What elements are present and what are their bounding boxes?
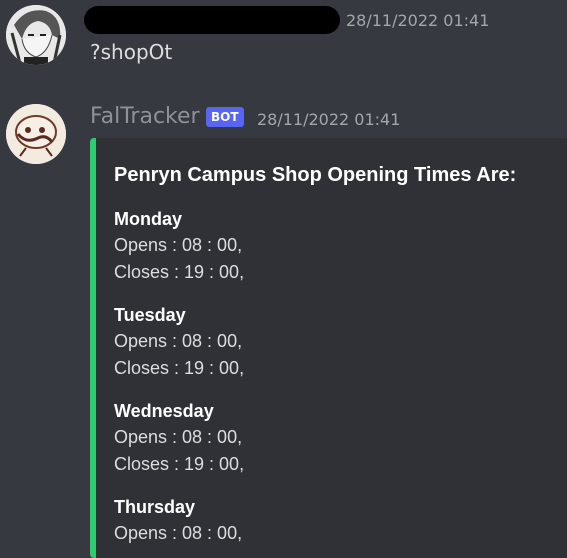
day-name: Tuesday [114,305,186,325]
day-tuesday: Tuesday Opens : 08 : 00, Closes : 19 : 0… [114,302,244,382]
shop-times-embed: Penryn Campus Shop Opening Times Are: Mo… [90,138,567,558]
bot-username[interactable]: FalTracker [90,104,200,129]
embed-title: Penryn Campus Shop Opening Times Are: [114,164,517,186]
message-bot: FalTracker BOT 28/11/2022 01:41 Penryn C… [0,0,567,558]
day-closes: Closes : 19 : 00, [114,454,245,474]
day-opens: Opens : 08 : 00, [114,235,243,255]
falmouth-bot-avatar-icon [6,104,66,164]
bot-message-timestamp: 28/11/2022 01:41 [257,110,401,129]
day-opens: Opens : 08 : 00, [114,331,243,351]
day-thursday: Thursday Opens : 08 : 00, [114,494,242,547]
day-monday: Monday Opens : 08 : 00, Closes : 19 : 00… [114,206,244,286]
bot-tag: BOT [206,107,244,127]
day-wednesday: Wednesday Opens : 08 : 00, Closes : 19 :… [114,398,244,478]
day-closes: Closes : 19 : 00, [114,358,245,378]
day-opens: Opens : 08 : 00, [114,427,243,447]
day-name: Wednesday [114,401,214,421]
day-closes: Closes : 19 : 00, [114,262,245,282]
bot-avatar[interactable] [6,104,66,164]
day-name: Thursday [114,497,196,517]
day-name: Monday [114,209,183,229]
embed-accent-bar [90,138,96,558]
